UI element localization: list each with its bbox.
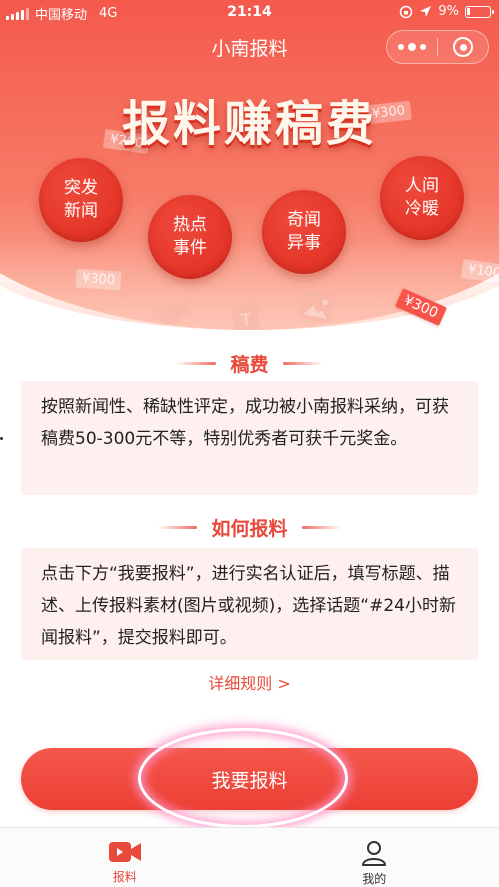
category-bubble-hot-events[interactable]: 热点 事件 [148,195,232,279]
tab-report[interactable]: 报料 [0,828,250,887]
banner-title: 报料赚稿费 [121,96,377,152]
tab-bar: 报料 我的 [0,827,499,887]
category-label: 突发 新闻 [64,178,98,221]
submit-report-button[interactable]: 我要报料 [21,748,478,810]
how-heading-text: 如何报料 [211,518,288,540]
tab-report-label: 报料 [112,870,137,884]
how-card: 点击下方“我要报料”，进行实名认证后，填写标题、描述、上传报料素材(图片或视频)… [21,548,478,660]
tab-mine[interactable]: 我的 [250,828,499,887]
fee-heading-text: 稿费 [230,354,269,376]
user-profile-icon [362,841,387,866]
heading-line [301,526,342,529]
category-bubble-oddities[interactable]: 奇闻 异事 [262,190,346,274]
status-bar: 中国移动 4G 21:14 9% [0,0,499,24]
mini-program-capsule [386,30,489,64]
video-camera-icon [108,842,141,862]
target-circle-icon [453,37,473,57]
category-label: 奇闻 异事 [287,210,321,253]
orientation-lock-icon [400,5,413,18]
tab-mine-label: 我的 [362,872,387,886]
category-bubble-human-stories[interactable]: 人间 冷暖 [380,156,464,240]
heading-line [157,526,198,529]
location-arrow-icon [420,6,432,17]
category-bubble-breaking-news[interactable]: 突发 新闻 [39,158,123,242]
close-button[interactable] [438,31,488,63]
battery-percent: 9% [438,4,459,19]
more-dots-icon[interactable] [387,31,437,63]
detailed-rules-link[interactable]: 详细规则 > [0,670,499,694]
fee-heading: 稿费 [0,350,499,377]
how-description: 点击下方“我要报料”，进行实名认证后，填写标题、描述、上传报料素材(图片或视频)… [41,564,456,648]
money-tag: ¥300 [75,268,122,291]
fee-description: 按照新闻性、稀缺性评定，成功被小南报料采纳，可获稿费50-300元不等，特别优秀… [41,397,449,449]
category-label: 热点 事件 [173,215,207,258]
heading-line [176,362,217,365]
submit-report-label: 我要报料 [211,769,288,792]
category-label: 人间 冷暖 [405,176,439,219]
text-icon: T [231,303,261,330]
how-heading: 如何报料 [0,514,499,541]
fee-card: 按照新闻性、稀缺性评定，成功被小南报料采纳，可获稿费50-300元不等，特别优秀… [21,381,478,495]
edge-dot [0,437,3,440]
heading-line [282,362,323,365]
battery-icon [465,5,494,18]
